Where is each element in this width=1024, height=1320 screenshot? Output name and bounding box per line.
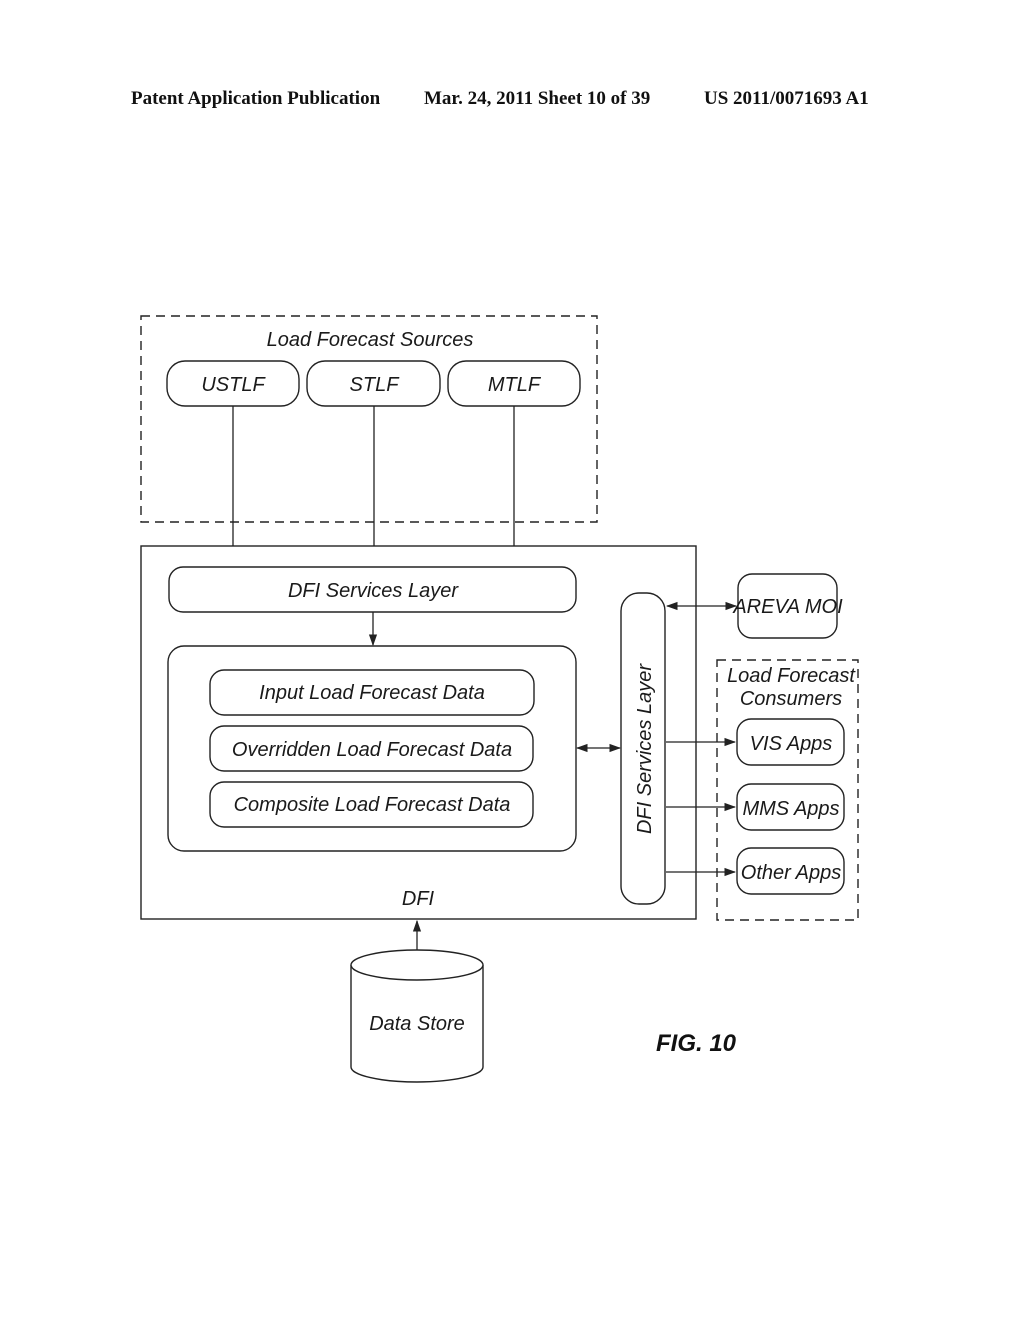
source-stlf[interactable]: STLF: [306, 360, 441, 407]
overridden-load-forecast-data-label: Overridden Load Forecast Data: [232, 739, 512, 761]
areva-moi-label: AREVA MOI: [732, 596, 843, 618]
source-stlf-label: STLF: [350, 374, 401, 396]
input-load-forecast-data-label: Input Load Forecast Data: [259, 682, 485, 704]
data-store[interactable]: Data Store: [350, 949, 484, 1083]
consumer-vis-apps[interactable]: VIS Apps: [736, 718, 845, 766]
forecast-data-container: Input Load Forecast Data Overridden Load…: [167, 645, 577, 852]
dfi-services-layer-side-label: DFI Services Layer: [634, 663, 656, 834]
overridden-load-forecast-data[interactable]: Overridden Load Forecast Data: [209, 725, 534, 772]
composite-load-forecast-data[interactable]: Composite Load Forecast Data: [209, 781, 534, 828]
data-store-label: Data Store: [369, 1013, 465, 1035]
vis-apps-label: VIS Apps: [750, 733, 833, 755]
source-mtlf-label: MTLF: [488, 374, 542, 396]
figure-label: FIG. 10: [656, 1030, 737, 1057]
load-forecast-sources-group: Load Forecast Sources USTLF STLF MTLF: [140, 315, 598, 523]
load-forecast-consumers-group: Load Forecast Consumers VIS Apps MMS App…: [716, 659, 859, 921]
dfi-services-layer-top[interactable]: DFI Services Layer: [168, 566, 577, 613]
source-ustlf[interactable]: USTLF: [166, 360, 300, 407]
source-ustlf-label: USTLF: [201, 374, 266, 396]
input-load-forecast-data[interactable]: Input Load Forecast Data: [209, 669, 535, 716]
source-mtlf[interactable]: MTLF: [447, 360, 581, 407]
other-apps-label: Other Apps: [741, 862, 841, 884]
sources-group-label: Load Forecast Sources: [267, 329, 474, 351]
consumers-label-line2: Consumers: [740, 688, 842, 710]
dfi-services-layer-top-label: DFI Services Layer: [288, 580, 459, 602]
architecture-diagram: Load Forecast Sources USTLF STLF MTLF DF…: [140, 315, 859, 1083]
data-store-top: [350, 949, 484, 981]
composite-load-forecast-data-label: Composite Load Forecast Data: [234, 794, 511, 816]
consumers-label-line1: Load Forecast: [727, 665, 856, 687]
consumer-other-apps[interactable]: Other Apps: [736, 847, 845, 895]
dfi-services-layer-side[interactable]: DFI Services Layer: [620, 592, 666, 905]
areva-moi[interactable]: AREVA MOI: [732, 573, 843, 639]
mms-apps-label: MMS Apps: [742, 798, 839, 820]
dfi-label: DFI: [402, 888, 435, 910]
consumer-mms-apps[interactable]: MMS Apps: [736, 783, 845, 831]
